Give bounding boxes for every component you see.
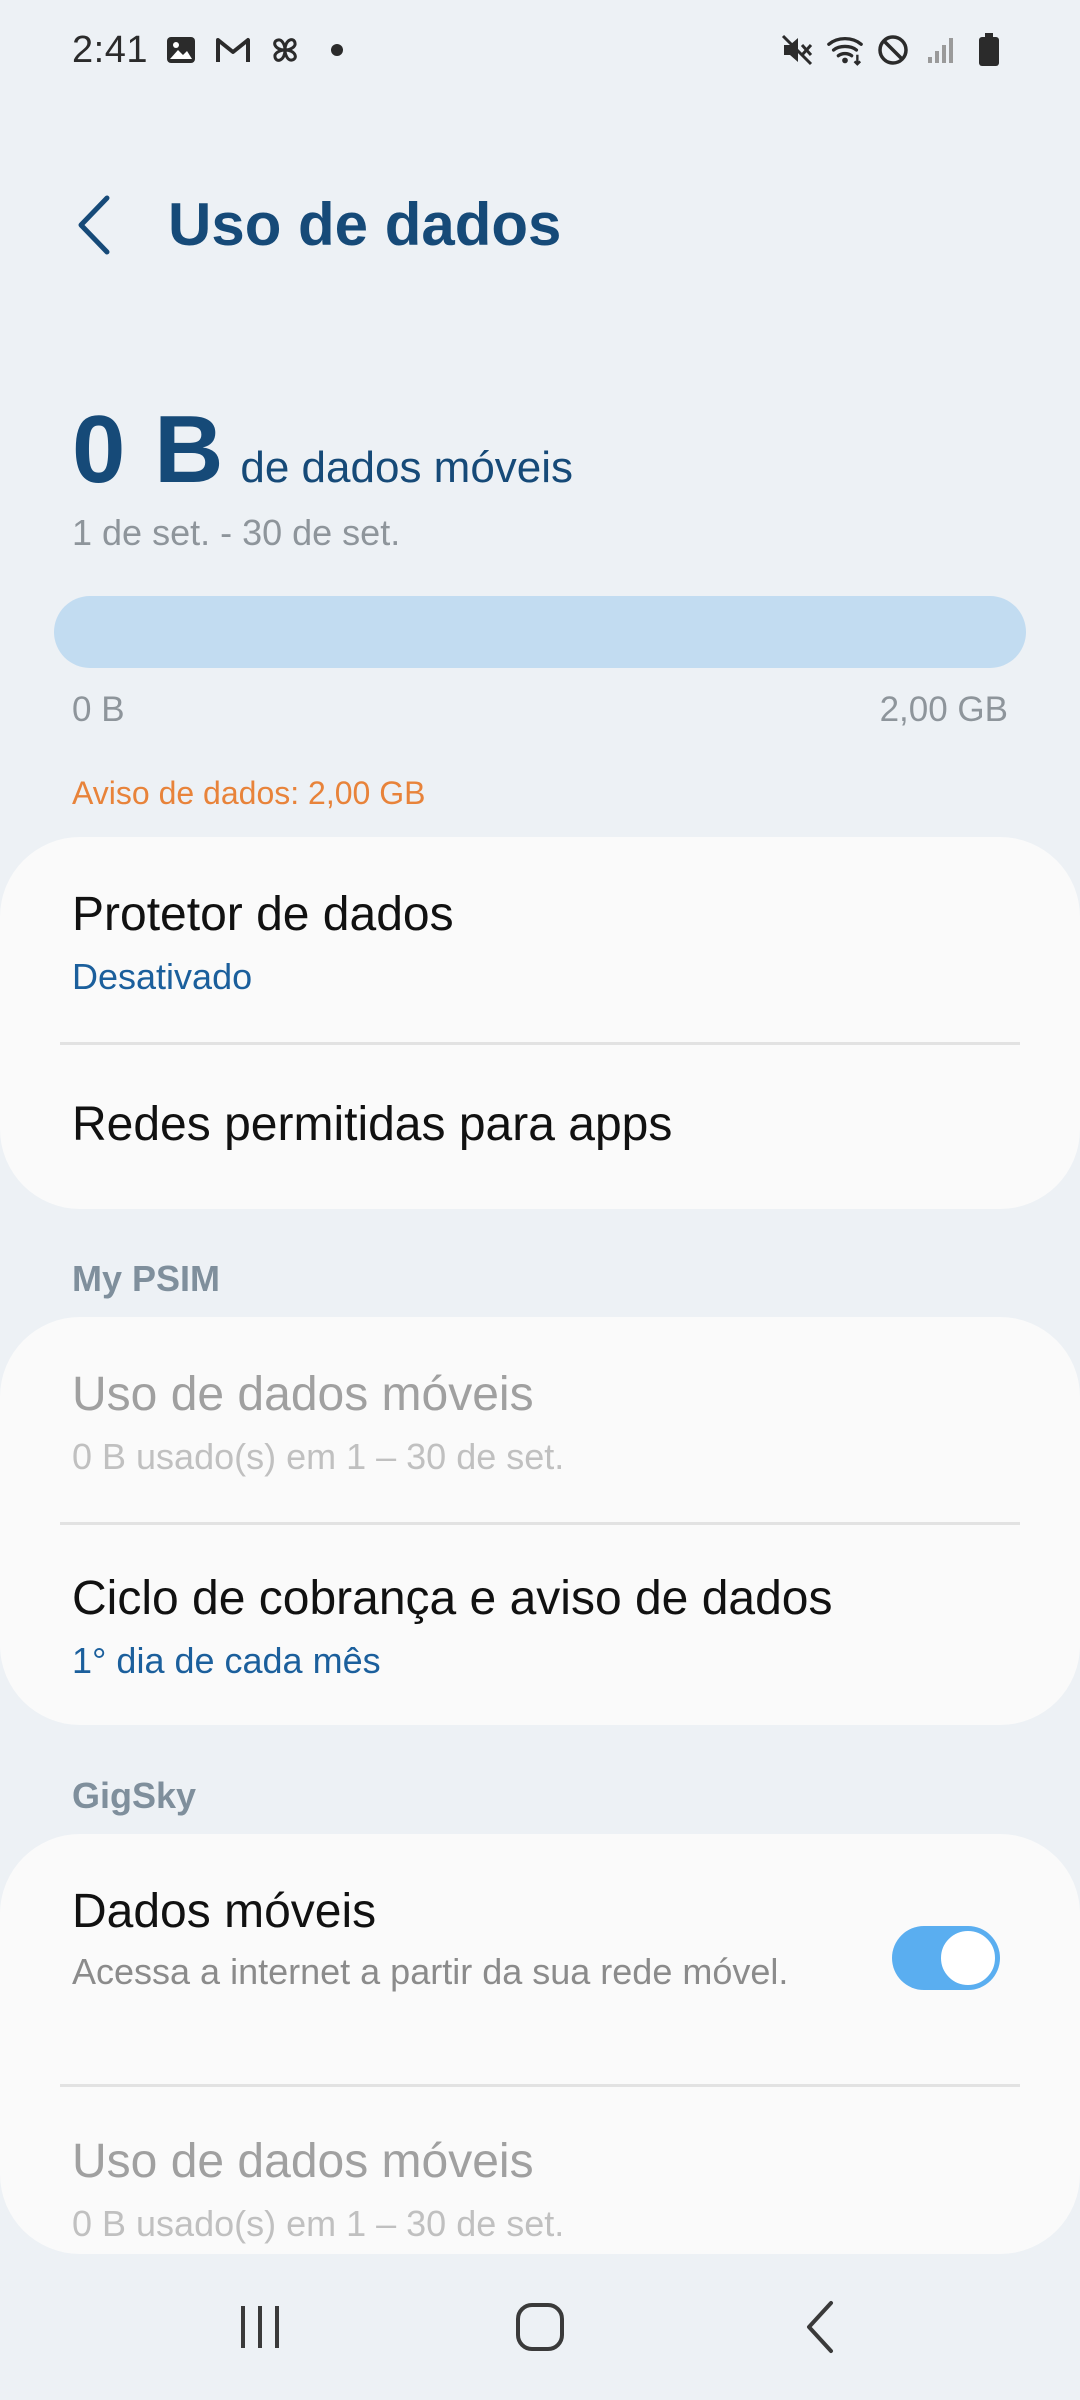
data-warning-text: Aviso de dados: 2,00 GB — [72, 775, 426, 811]
divider — [60, 1042, 1020, 1045]
allowed-networks-title: Redes permitidas para apps — [72, 1098, 673, 1151]
billing-cycle-title: Ciclo de cobrança e aviso de dados — [72, 1572, 833, 1625]
app-header: Uso de dados — [0, 170, 1080, 280]
gmail-icon — [214, 31, 252, 69]
sim1-card: Uso de dados móveis 0 B usado(s) em 1 – … — [0, 1317, 1080, 1725]
usage-period: 1 de set. - 30 de set. — [72, 512, 401, 553]
divider — [60, 1522, 1020, 1525]
sim2-card: Dados móveis Acessa a internet a partir … — [0, 1834, 1080, 2254]
mobile-data-subtitle: Acessa a internet a partir da sua rede m… — [72, 1951, 789, 1992]
nav-back-button[interactable] — [760, 2282, 880, 2372]
signal-icon — [922, 31, 960, 69]
image-icon — [162, 31, 200, 69]
sim2-mobile-usage-subtitle: 0 B usado(s) em 1 – 30 de set. — [72, 2203, 565, 2244]
home-icon — [516, 2303, 564, 2351]
usage-suffix: de dados móveis — [240, 443, 574, 492]
usage-bar-max-label: 2,00 GB — [879, 690, 1008, 729]
mobile-data-title: Dados móveis — [72, 1885, 377, 1938]
status-right — [778, 31, 1008, 69]
status-left: 2:41 — [72, 29, 356, 72]
sim1-mobile-usage-subtitle: 0 B usado(s) em 1 – 30 de set. — [72, 1436, 565, 1477]
chevron-left-icon — [78, 195, 110, 255]
dot-icon — [318, 31, 356, 69]
battery-icon — [970, 31, 1008, 69]
sim2-mobile-usage-item[interactable]: Uso de dados móveis 0 B usado(s) em 1 – … — [72, 2134, 1008, 2245]
status-bar: 2:41 — [0, 0, 1080, 100]
usage-bar-min-label: 0 B — [72, 690, 125, 729]
pinwheel-icon — [266, 31, 304, 69]
billing-cycle-item[interactable]: Ciclo de cobrança e aviso de dados 1° di… — [72, 1571, 1008, 1682]
navigation-bar — [0, 2254, 1080, 2400]
usage-summary: 0 B de dados móveis — [72, 395, 573, 505]
recents-button[interactable] — [200, 2282, 320, 2372]
block-icon — [874, 31, 912, 69]
toggle-knob — [938, 1928, 998, 1988]
home-button[interactable] — [480, 2282, 600, 2372]
back-button[interactable] — [60, 192, 126, 258]
mobile-data-item[interactable]: Dados móveis Acessa a internet a partir … — [72, 1884, 820, 1995]
back-icon — [807, 2301, 833, 2353]
sim1-mobile-usage-title: Uso de dados móveis — [72, 1368, 534, 1421]
allowed-networks-item[interactable]: Redes permitidas para apps — [72, 1097, 1008, 1152]
data-saver-item[interactable]: Protetor de dados Desativado — [72, 887, 1008, 998]
section-header-sim1: My PSIM — [72, 1258, 221, 1299]
section-header-sim2: GigSky — [72, 1775, 197, 1816]
general-settings-card: Protetor de dados Desativado Redes permi… — [0, 837, 1080, 1209]
divider — [60, 2084, 1020, 2087]
billing-cycle-subtitle: 1° dia de cada mês — [72, 1640, 381, 1681]
usage-amount: 0 B — [72, 396, 225, 503]
mobile-data-toggle[interactable] — [892, 1926, 1000, 1990]
usage-progress-bar — [54, 596, 1026, 668]
sim2-mobile-usage-title: Uso de dados móveis — [72, 2135, 534, 2188]
data-saver-title: Protetor de dados — [72, 888, 454, 941]
usage-line: 0 B de dados móveis — [72, 395, 573, 505]
recents-icon — [241, 2306, 279, 2348]
status-time: 2:41 — [72, 28, 148, 71]
page-title: Uso de dados — [168, 191, 562, 258]
data-saver-status: Desativado — [72, 956, 253, 997]
sim1-mobile-usage-item[interactable]: Uso de dados móveis 0 B usado(s) em 1 – … — [72, 1367, 1008, 1478]
mute-icon — [778, 31, 816, 69]
wifi-icon — [826, 31, 864, 69]
